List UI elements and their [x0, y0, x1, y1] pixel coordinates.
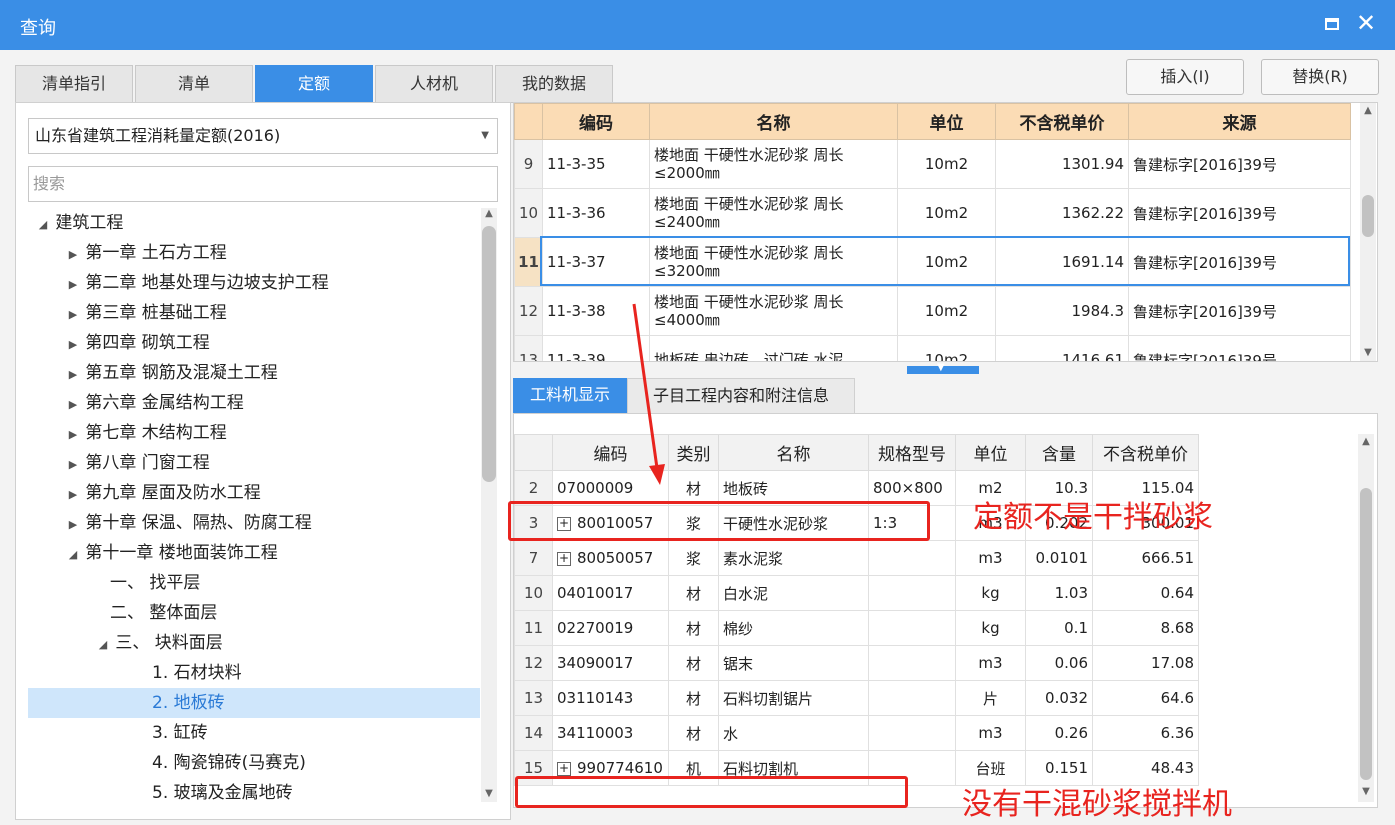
tree-item[interactable]: ▶ 第九章 屋面及防水工程 [28, 478, 480, 508]
material-table-scrollbar-thumb[interactable] [1360, 488, 1372, 780]
expand-icon[interactable]: + [557, 761, 571, 776]
tree-item[interactable]: ▶ 第十章 保温、隔热、防腐工程 [28, 508, 480, 538]
column-header-name[interactable]: 名称 [718, 434, 869, 471]
tree-item[interactable]: ◢ 三、 块料面层 [28, 628, 480, 658]
tab-list[interactable]: 清单 [135, 65, 253, 103]
column-header-unit[interactable]: 单位 [897, 103, 996, 140]
collapsed-arrow-icon[interactable]: ▶ [66, 240, 80, 270]
tab-material-display[interactable]: 工料机显示 [513, 378, 627, 414]
replace-button[interactable]: 替换(R) [1261, 59, 1379, 95]
column-header-type[interactable]: 类别 [668, 434, 719, 471]
table-row[interactable]: 14 34110003 材 水 m3 0.26 6.36 [514, 715, 1199, 751]
window-title: 查询 [20, 18, 56, 39]
collapsed-arrow-icon[interactable]: ▶ [66, 510, 80, 540]
tab-labor-material-machine[interactable]: 人材机 [375, 65, 493, 103]
tree-item[interactable]: ▶ 第六章 金属结构工程 [28, 388, 480, 418]
maximize-icon[interactable] [1325, 18, 1339, 30]
splitter-arrow-icon: ▼ [937, 362, 945, 373]
tree-item[interactable]: ▶ 第二章 地基处理与边坡支护工程 [28, 268, 480, 298]
chapter-tree: ◢ 建筑工程 ▶ 第一章 土石方工程 ▶ 第二章 地基处理与边坡支护工程 ▶ 第… [28, 208, 480, 808]
row-number-header [514, 434, 553, 471]
expand-icon[interactable]: + [557, 516, 571, 531]
table-row[interactable]: 11 02270019 材 棉纱 kg 0.1 8.68 [514, 610, 1199, 646]
collapsed-arrow-icon[interactable]: ▶ [66, 300, 80, 330]
tree-item[interactable]: 3. 缸砖 [28, 718, 480, 748]
panel-splitter[interactable]: ▼ [907, 362, 979, 374]
tree-item[interactable]: 4. 陶瓷锦砖(马赛克) [28, 748, 480, 778]
expanded-arrow-icon[interactable]: ◢ [36, 210, 50, 240]
table-row-selected[interactable]: 11 11-3-37 楼地面 干硬性水泥砂浆 周长 ≤3200㎜ 10m2 169… [514, 237, 1351, 287]
expand-icon[interactable]: + [557, 551, 571, 566]
scroll-down-icon[interactable]: ▼ [1361, 347, 1375, 358]
expanded-arrow-icon[interactable]: ◢ [66, 540, 80, 570]
insert-button[interactable]: 插入(I) [1126, 59, 1244, 95]
tree-item[interactable]: ▶ 第七章 木结构工程 [28, 418, 480, 448]
close-icon[interactable]: ✕ [1356, 10, 1376, 36]
quota-table-scrollbar-thumb[interactable] [1362, 195, 1374, 237]
scroll-up-icon[interactable]: ▲ [1361, 105, 1375, 116]
annotation-note-missing-mixer: 没有干混砂浆搅拌机 [962, 787, 1232, 822]
search-input[interactable]: 搜索 [28, 166, 498, 202]
tree-item[interactable]: 一、 找平层 [28, 568, 480, 598]
column-header-spec[interactable]: 规格型号 [868, 434, 956, 471]
table-row[interactable]: 9 11-3-35 楼地面 干硬性水泥砂浆 周长 ≤2000㎜ 10m2 1301… [514, 139, 1351, 189]
tab-my-data[interactable]: 我的数据 [495, 65, 613, 103]
column-header-unit[interactable]: 单位 [955, 434, 1026, 471]
tree-item-selected[interactable]: 2. 地板砖 [28, 688, 480, 718]
tree-item[interactable]: ▶ 第五章 钢筋及混凝土工程 [28, 358, 480, 388]
quota-library-select[interactable]: 山东省建筑工程消耗量定额(2016) ▼ [28, 118, 498, 154]
tree-item[interactable]: ▶ 第三章 桩基础工程 [28, 298, 480, 328]
tree-item[interactable]: ▶ 第一章 土石方工程 [28, 238, 480, 268]
tree-item[interactable]: 1. 石材块料 [28, 658, 480, 688]
expanded-arrow-icon[interactable]: ◢ [96, 630, 110, 660]
tree-item[interactable]: ◢ 建筑工程 [28, 208, 480, 238]
column-header-price[interactable]: 不含税单价 [1092, 434, 1199, 471]
column-header-code[interactable]: 编码 [542, 103, 650, 140]
scroll-up-icon[interactable]: ▲ [482, 208, 496, 219]
collapsed-arrow-icon[interactable]: ▶ [66, 480, 80, 510]
column-header-price[interactable]: 不含税单价 [995, 103, 1129, 140]
annotation-arrow-icon [632, 303, 665, 485]
tree-item[interactable]: 二、 整体面层 [28, 598, 480, 628]
tree-item[interactable]: ▶ 第四章 砌筑工程 [28, 328, 480, 358]
table-row[interactable]: 10 04010017 材 白水泥 kg 1.03 0.64 [514, 575, 1199, 611]
collapsed-arrow-icon[interactable]: ▶ [66, 390, 80, 420]
table-row[interactable]: 12 34090017 材 锯末 m3 0.06 17.08 [514, 645, 1199, 681]
tree-item[interactable]: ◢ 第十一章 楼地面装饰工程 [28, 538, 480, 568]
column-header-source[interactable]: 来源 [1128, 103, 1351, 140]
tab-quota[interactable]: 定额 [255, 65, 373, 103]
scroll-down-icon[interactable]: ▼ [482, 788, 496, 799]
collapsed-arrow-icon[interactable]: ▶ [66, 450, 80, 480]
scroll-up-icon[interactable]: ▲ [1359, 436, 1373, 447]
row-number-header [514, 103, 543, 140]
tree-scrollbar-thumb[interactable] [482, 226, 496, 482]
table-row[interactable]: 7 +80050057 浆 素水泥浆 m3 0.0101 666.51 [514, 540, 1199, 576]
tree-item[interactable]: ▶ 第八章 门窗工程 [28, 448, 480, 478]
column-header-name[interactable]: 名称 [649, 103, 898, 140]
title-bar: 查询 ✕ [0, 0, 1395, 50]
table-row[interactable]: 13 03110143 材 石料切割锯片 片 0.032 64.6 [514, 680, 1199, 716]
quota-library-value: 山东省建筑工程消耗量定额(2016) [35, 126, 281, 145]
scroll-down-icon[interactable]: ▼ [1359, 786, 1373, 797]
collapsed-arrow-icon[interactable]: ▶ [66, 330, 80, 360]
table-row[interactable]: 10 11-3-36 楼地面 干硬性水泥砂浆 周长 ≤2400㎜ 10m2 136… [514, 188, 1351, 238]
collapsed-arrow-icon[interactable]: ▶ [66, 270, 80, 300]
column-header-quantity[interactable]: 含量 [1025, 434, 1093, 471]
collapsed-arrow-icon[interactable]: ▶ [66, 420, 80, 450]
annotation-note-mortar: 定额不是干拌砂浆 [973, 500, 1213, 535]
tree-item[interactable]: 5. 玻璃及金属地砖 [28, 778, 480, 808]
collapsed-arrow-icon[interactable]: ▶ [66, 360, 80, 390]
chevron-down-icon[interactable]: ▼ [481, 119, 489, 153]
tab-list-guide[interactable]: 清单指引 [15, 65, 133, 103]
